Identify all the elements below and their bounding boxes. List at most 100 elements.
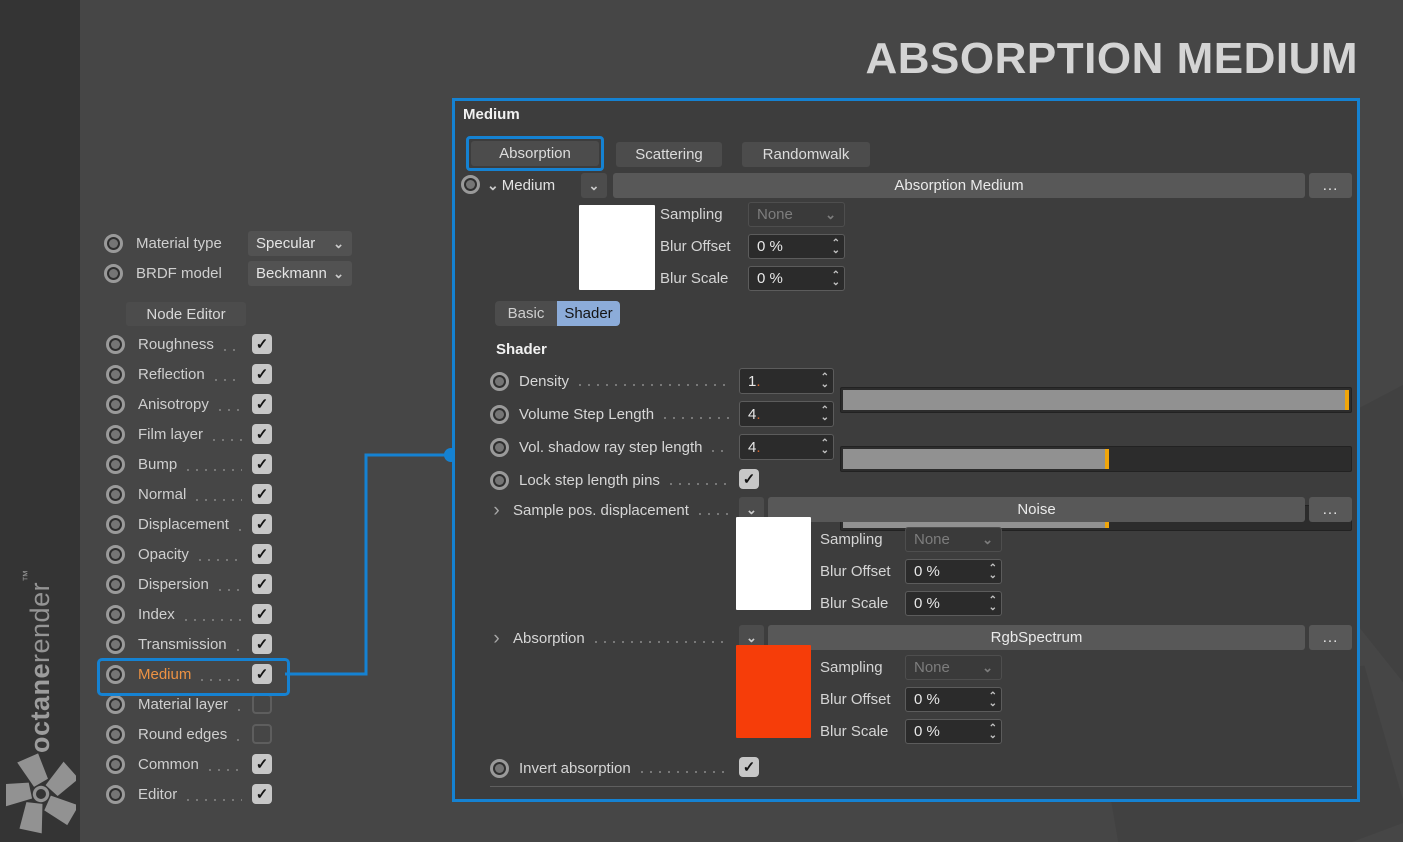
spinner-down-icon[interactable]: ⌄ [989,730,997,740]
blur-scale-spinner[interactable]: 0 % ⌃ ⌄ [905,719,1002,744]
checkbox[interactable]: ✓ [252,514,272,534]
node-radio[interactable] [106,334,125,354]
sample-pos-node-field[interactable]: Noise [768,497,1305,522]
checkbox[interactable]: ✓ [252,574,272,594]
chevron-down-icon: ⌄ [588,177,600,193]
checkbox[interactable]: ✓ [252,364,272,384]
node-editor-button[interactable]: Node Editor [126,302,246,326]
node-radio[interactable] [490,437,509,457]
node-radio[interactable] [490,470,509,490]
spinner-down-icon[interactable]: ⌄ [989,570,997,580]
checkbox[interactable]: ✓ [252,664,272,684]
node-radio[interactable] [490,404,509,424]
checkbox[interactable]: ✓ [252,724,272,744]
sampling-select[interactable]: None ⌄ [748,202,845,227]
slider-marker[interactable] [1105,449,1110,469]
volume-step-spinner[interactable]: 4. ⌃ ⌄ [739,401,834,427]
volume-step-slider[interactable] [840,446,1352,472]
item-label: Editor [138,785,178,803]
node-radio[interactable] [106,454,125,474]
invert-absorption-checkbox[interactable]: ✓ [739,757,759,777]
item-label: Normal [138,485,187,503]
node-radio[interactable] [106,394,125,414]
node-radio[interactable] [106,364,125,384]
absorption-more-button[interactable]: ... [1309,625,1352,650]
spinner-down-icon[interactable]: ⌄ [821,446,829,456]
spinner-down-icon[interactable]: ⌄ [989,698,997,708]
slider-marker[interactable] [1345,390,1349,410]
node-radio[interactable] [106,484,125,504]
expander-icon[interactable]: › [490,629,503,648]
blur-offset-spinner[interactable]: 0 % ⌃ ⌄ [905,687,1002,712]
node-radio[interactable] [490,371,509,391]
checkbox[interactable]: ✓ [252,394,272,414]
spinner-down-icon[interactable]: ⌄ [821,413,829,423]
material-type-select[interactable]: Specular ⌄ [248,231,352,256]
node-radio[interactable] [106,544,125,564]
node-radio[interactable] [106,604,125,624]
node-radio[interactable] [106,514,125,534]
tab-shader[interactable]: Shader [557,301,620,326]
node-radio[interactable] [106,634,125,654]
node-radio[interactable] [490,758,509,778]
brdf-model-select[interactable]: Beckmann ⌄ [248,261,352,286]
blur-scale-spinner[interactable]: 0 % ⌃ ⌄ [905,591,1002,616]
absorption-color-swatch[interactable] [736,645,811,738]
checkbox[interactable]: ✓ [252,694,272,714]
checkbox[interactable]: ✓ [252,454,272,474]
material-type-node-radio[interactable] [104,234,123,253]
spinner-down-icon[interactable]: ⌄ [989,602,997,612]
checkbox[interactable]: ✓ [252,634,272,654]
texture-color-swatch[interactable] [736,517,811,610]
check-icon: ✓ [255,755,269,773]
spinner-down-icon[interactable]: ⌄ [832,277,840,287]
node-radio[interactable] [106,424,125,444]
node-radio[interactable] [106,574,125,594]
shadow-ray-step-spinner[interactable]: 4. ⌃ ⌄ [739,434,834,460]
checkbox[interactable]: ✓ [252,334,272,354]
shader-section-header: Shader [496,341,547,358]
density-slider[interactable] [840,387,1352,413]
sidebar-item-displacement: Displacement ✓ [100,509,272,539]
chevron-down-icon: ⌄ [333,236,344,251]
dotted-leader [579,384,730,386]
checkbox[interactable]: ✓ [252,754,272,774]
sidebar-item-index: Index ✓ [100,599,272,629]
checkbox[interactable]: ✓ [252,604,272,624]
medium-type-tab-randomwalk[interactable]: Randomwalk [742,142,870,167]
checkbox[interactable]: ✓ [252,424,272,444]
node-radio[interactable] [106,664,125,684]
density-row: Density [490,368,740,394]
blur-scale-spinner[interactable]: 0 % ⌃ ⌄ [748,266,845,291]
brdf-model-node-radio[interactable] [104,264,123,283]
node-radio[interactable] [106,754,125,774]
slider-fill [843,390,1349,410]
spinner-down-icon[interactable]: ⌄ [832,245,840,255]
blur-scale-label: Blur Scale [820,595,889,612]
checkbox[interactable]: ✓ [252,484,272,504]
checkbox[interactable]: ✓ [252,544,272,564]
sampling-select[interactable]: None ⌄ [905,655,1002,680]
blur-offset-spinner[interactable]: 0 % ⌃ ⌄ [905,559,1002,584]
node-radio[interactable] [106,694,125,714]
medium-node-dropdown-button[interactable]: ⌄ [581,173,607,198]
medium-type-tab-scattering[interactable]: Scattering [616,142,722,167]
sample-pos-more-button[interactable]: ... [1309,497,1352,522]
texture-color-swatch[interactable] [579,205,655,290]
tab-basic[interactable]: Basic [495,301,557,326]
node-radio[interactable] [106,724,125,744]
absorption-node-field[interactable]: RgbSpectrum [768,625,1305,650]
density-spinner[interactable]: 1. ⌃ ⌄ [739,368,834,394]
sampling-select[interactable]: None ⌄ [905,527,1002,552]
medium-type-tab-absorption[interactable]: Absorption [471,141,599,166]
medium-node-more-button[interactable]: ... [1309,173,1352,198]
lock-pins-checkbox[interactable]: ✓ [739,469,759,489]
checkbox[interactable]: ✓ [252,784,272,804]
node-radio[interactable] [106,784,125,804]
medium-node-radio[interactable] [461,175,480,194]
blur-offset-spinner[interactable]: 0 % ⌃ ⌄ [748,234,845,259]
spinner-down-icon[interactable]: ⌄ [821,380,829,390]
expander-icon[interactable]: › [490,501,503,520]
medium-node-label[interactable]: ⌄ Medium [487,172,555,198]
medium-node-value-field[interactable]: Absorption Medium [613,173,1305,198]
